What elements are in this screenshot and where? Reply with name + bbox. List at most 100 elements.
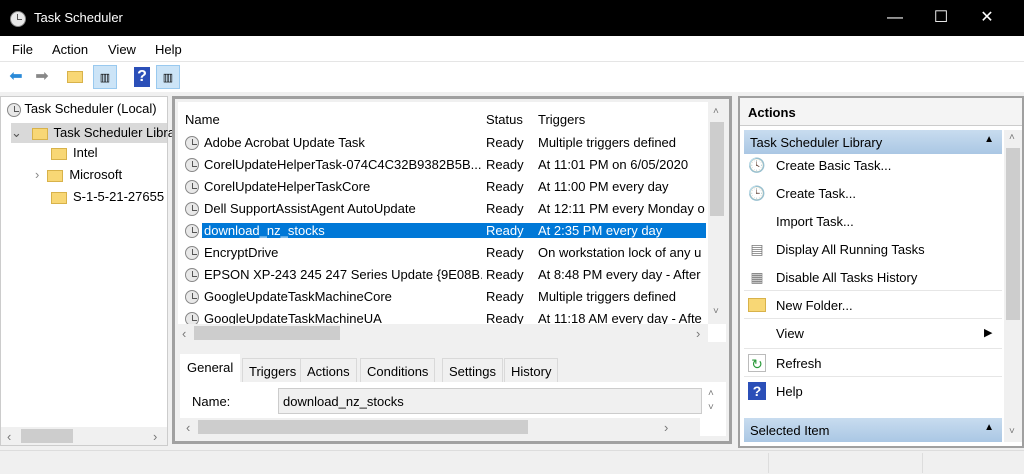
folder-clock-icon — [31, 127, 48, 140]
task-status: Ready — [486, 157, 524, 172]
tree-item-microsoft[interactable]: › Microsoft — [35, 167, 122, 182]
scroll-left-icon[interactable]: ‹ — [182, 326, 186, 341]
task-status: Ready — [486, 179, 524, 194]
column-triggers[interactable]: Triggers — [538, 112, 585, 127]
tree-item-label: Intel — [73, 145, 98, 160]
list-horizontal-scrollbar[interactable]: ‹ › — [178, 324, 708, 342]
window-title: Task Scheduler — [34, 10, 123, 25]
actions-vertical-scrollbar[interactable]: ˄ ˅ — [1004, 130, 1022, 442]
scroll-up-icon[interactable]: ˄ — [708, 388, 714, 399]
forward-arrow-icon[interactable]: ➡ — [30, 65, 54, 89]
scroll-down-icon[interactable]: ˅ — [1009, 426, 1015, 437]
scroll-down-icon[interactable]: ˅ — [708, 402, 714, 413]
tab-settings[interactable]: Settings — [442, 358, 503, 382]
tree-library-label: Task Scheduler Library — [53, 125, 186, 140]
task-name: Dell SupportAssistAgent AutoUpdate — [204, 201, 416, 216]
scrollbar-thumb[interactable] — [1006, 148, 1020, 320]
table-row[interactable]: CorelUpdateHelperTask-074C4C32B9382B5B..… — [182, 154, 706, 176]
task-name: EPSON XP-243 245 247 Series Update {9E08… — [204, 267, 482, 282]
tab-conditions[interactable]: Conditions — [360, 358, 436, 382]
tab-actions[interactable]: Actions — [300, 358, 357, 382]
task-list: Name Status Triggers Adobe Acrobat Updat… — [178, 102, 726, 342]
scroll-left-icon[interactable]: ‹ — [186, 420, 190, 435]
menu-view[interactable]: View — [108, 42, 136, 57]
folder-icon — [51, 191, 67, 204]
task-clock-icon — [185, 246, 199, 260]
section-task-scheduler-library[interactable]: Task Scheduler Library ▲ — [744, 130, 1002, 154]
scroll-right-icon[interactable]: › — [664, 420, 668, 435]
scroll-right-icon[interactable]: › — [153, 429, 157, 444]
scrollbar-thumb[interactable] — [194, 326, 340, 340]
details-horizontal-scrollbar[interactable]: ‹ › — [180, 418, 700, 436]
menu-help[interactable]: Help — [155, 42, 182, 57]
scroll-right-icon[interactable]: › — [696, 326, 700, 341]
table-row[interactable]: EPSON XP-243 245 247 Series Update {9E08… — [182, 264, 706, 286]
status-divider — [922, 453, 923, 473]
section-label: Task Scheduler Library — [750, 135, 883, 150]
scroll-left-icon[interactable]: ‹ — [7, 429, 11, 444]
table-row[interactable]: Adobe Acrobat Update Task Ready Multiple… — [182, 132, 706, 154]
maximize-button[interactable]: ☐ — [918, 0, 964, 36]
up-folder-button[interactable] — [66, 65, 90, 89]
tab-triggers[interactable]: Triggers — [242, 358, 304, 382]
column-status[interactable]: Status — [486, 112, 523, 127]
tree-item-label: Microsoft — [69, 167, 123, 182]
task-triggers: Multiple triggers defined — [538, 135, 677, 150]
help-button[interactable]: ? — [130, 65, 154, 89]
section-label: Selected Item — [750, 423, 830, 438]
task-status: Ready — [482, 223, 534, 238]
section-selected-item[interactable]: Selected Item ▲ — [744, 418, 1002, 442]
scroll-up-icon[interactable]: ˄ — [1009, 132, 1015, 143]
task-triggers: At 12:11 PM every Monday o — [538, 201, 705, 216]
action-label: Display All Running Tasks — [776, 242, 925, 257]
new-folder-icon — [748, 298, 766, 312]
task-triggers: At 11:01 PM on 6/05/2020 — [538, 157, 689, 172]
expand-chevron-icon[interactable]: ⌄ — [11, 125, 22, 140]
menu-action[interactable]: Action — [52, 42, 88, 57]
task-triggers: On workstation lock of any u — [538, 245, 702, 260]
scrollbar-thumb[interactable] — [21, 429, 73, 443]
collapse-icon[interactable]: ▲ — [984, 134, 994, 145]
help-icon: ? — [748, 382, 766, 400]
minimize-button[interactable]: — — [872, 0, 918, 36]
menu-file[interactable]: File — [12, 42, 33, 57]
task-name: EncryptDrive — [204, 245, 279, 260]
clock-icon — [7, 102, 21, 117]
column-name[interactable]: Name — [185, 112, 220, 127]
task-status: Ready — [486, 267, 524, 282]
collapse-icon[interactable]: ▲ — [984, 422, 994, 433]
tab-history[interactable]: History — [504, 358, 559, 382]
table-row[interactable]: EncryptDrive Ready On workstation lock o… — [182, 242, 706, 264]
table-row[interactable]: Dell SupportAssistAgent AutoUpdate Ready… — [182, 198, 706, 220]
console-tree: Task Scheduler (Local) ⌄ Task Scheduler … — [0, 96, 186, 446]
status-divider — [768, 453, 769, 473]
name-field[interactable]: download_nz_stocks — [278, 388, 702, 414]
back-arrow-icon[interactable]: ⬅ — [4, 65, 28, 89]
scroll-down-icon[interactable]: ˅ — [713, 306, 719, 317]
table-row[interactable]: GoogleUpdateTaskMachineCore Ready Multip… — [182, 286, 706, 308]
close-button[interactable]: ✕ — [964, 0, 1010, 36]
action-label: Create Task... — [776, 186, 856, 201]
task-triggers: At 11:00 PM every day — [538, 179, 669, 194]
show-hide-action-pane-button[interactable]: ▥ — [156, 65, 180, 89]
tab-general[interactable]: General — [180, 354, 241, 382]
scroll-up-icon[interactable]: ˄ — [713, 106, 719, 117]
tree-item-sid[interactable]: S-1-5-21-27655 — [51, 189, 167, 204]
task-name: CorelUpdateHelperTaskCore — [204, 179, 371, 194]
separator — [744, 290, 1002, 291]
task-status: Ready — [486, 245, 524, 260]
tree-item-library[interactable]: ⌄ Task Scheduler Library — [11, 123, 186, 143]
table-row[interactable]: CorelUpdateHelperTaskCore Ready At 11:00… — [182, 176, 706, 198]
table-row[interactable]: download_nz_stocks Ready At 2:35 PM ever… — [182, 220, 706, 242]
actions-pane: Actions Task Scheduler Library ▲ 🕓 Create … — [738, 96, 1024, 448]
scrollbar-thumb[interactable] — [710, 122, 724, 216]
scrollbar-thumb[interactable] — [198, 420, 528, 434]
expand-arrow-icon[interactable]: › — [35, 167, 39, 182]
tree-item-intel[interactable]: Intel — [51, 145, 98, 160]
show-hide-console-tree-button[interactable]: ▥ — [93, 65, 117, 89]
action-label: View — [776, 326, 804, 341]
tree-horizontal-scrollbar[interactable]: ‹ › — [1, 427, 167, 445]
tree-root[interactable]: Task Scheduler (Local) — [7, 101, 157, 117]
list-vertical-scrollbar[interactable]: ˄ ˅ — [708, 102, 726, 324]
task-name: CorelUpdateHelperTask-074C4C32B9382B5B..… — [204, 157, 482, 172]
